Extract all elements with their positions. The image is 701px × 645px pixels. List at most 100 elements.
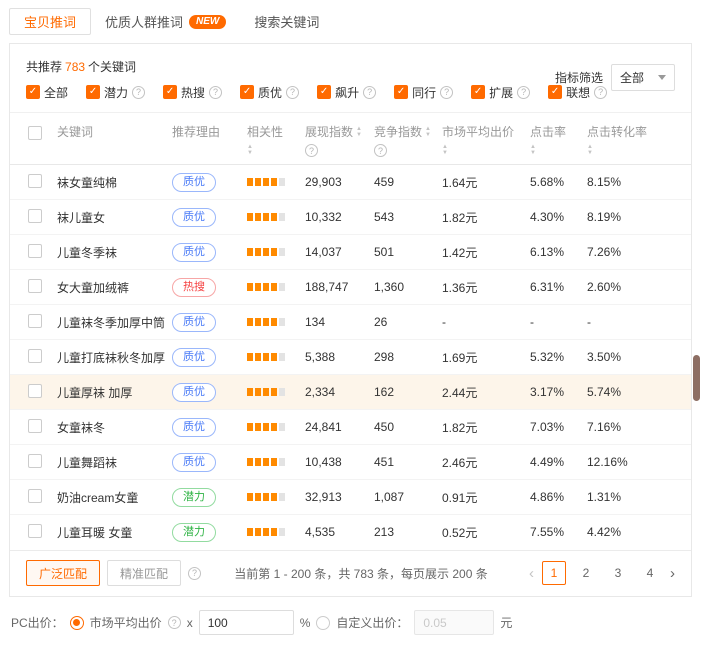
market-price-radio[interactable] [70,616,84,630]
competition-cell: 451 [374,445,442,480]
row-checkbox-cell [10,235,57,270]
info-icon[interactable]: ? [286,86,299,99]
row-checkbox[interactable] [28,244,42,258]
table-row[interactable]: 女童袜冬质优24,8414501.82元7.03%7.16% [10,410,691,445]
broad-match-button[interactable]: 广泛匹配 [26,560,100,586]
row-checkbox-cell [10,515,57,550]
keyword: 女大童加绒裤 [57,281,129,295]
bid-info-icon[interactable]: ? [168,616,181,629]
keyword: 儿童耳暖 女童 [57,526,132,540]
relevance-cell [247,515,305,550]
table-row[interactable]: 儿童耳暖 女童潜力4,5352130.52元7.55%4.42% [10,515,691,550]
info-icon[interactable]: ? [440,86,453,99]
competition-cell: 450 [374,410,442,445]
row-checkbox[interactable] [28,489,42,503]
info-icon[interactable]: ? [374,144,387,157]
checkbox[interactable]: ✓ [240,85,254,99]
sort-icon[interactable]: ▲▼ [425,126,431,138]
info-icon[interactable]: ? [132,86,145,99]
metric-filter-value: 全部 [620,69,644,86]
checkbox[interactable]: ✓ [394,85,408,99]
filter-option[interactable]: ✓热搜? [163,84,222,101]
new-badge: NEW [189,15,226,29]
scrollbar-thumb[interactable] [693,355,700,401]
column-header: 点击转化率▲▼ [587,113,691,165]
filter-option[interactable]: ✓全部 [26,84,68,101]
multiplier-input[interactable] [199,610,294,635]
filter-option[interactable]: ✓潜力? [86,84,145,101]
checkbox[interactable]: ✓ [317,85,331,99]
table-row[interactable]: 儿童袜冬季加厚中筒质优13426--- [10,305,691,340]
sort-down-icon: ▼ [356,132,362,138]
page-2[interactable]: 2 [574,561,598,585]
page-1[interactable]: 1 [542,561,566,585]
column-header: 相关性▲▼ [247,113,305,165]
row-checkbox[interactable] [28,524,42,538]
table-row[interactable]: 儿童厚袜 加厚质优2,3341622.44元3.17%5.74% [10,375,691,410]
table-row[interactable]: 儿童打底袜秋冬加厚质优5,3882981.69元5.32%3.50% [10,340,691,375]
row-checkbox[interactable] [28,384,42,398]
ctr-cell: 3.17% [530,375,587,410]
filter-option[interactable]: ✓质优? [240,84,299,101]
cvr-cell: - [587,305,691,340]
impressions-cell: 188,747 [305,270,374,305]
metric-filter-select[interactable]: 全部 [611,64,675,91]
relevance-cell [247,200,305,235]
impressions: 29,903 [305,175,342,189]
sort-icon[interactable]: ▲▼ [247,144,253,156]
cvr-cell: 4.42% [587,515,691,550]
sort-icon[interactable]: ▲▼ [442,144,448,156]
keyword: 儿童袜冬季加厚中筒 [57,316,165,330]
tab-1[interactable]: 宝贝推词 [9,8,91,35]
tab-3[interactable]: 搜索关键词 [240,8,333,35]
impressions: 10,332 [305,210,342,224]
sort-down-icon: ▼ [442,150,448,156]
row-checkbox[interactable] [28,314,42,328]
select-all-checkbox[interactable] [28,126,42,140]
custom-price-radio[interactable] [316,616,330,630]
info-icon[interactable]: ? [363,86,376,99]
page-4[interactable]: 4 [638,561,662,585]
relevance-bar [255,248,261,256]
checkbox[interactable]: ✓ [163,85,177,99]
column-header-icons: ▲▼ [442,144,524,156]
next-page-icon[interactable]: › [670,566,675,581]
page-3[interactable]: 3 [606,561,630,585]
row-checkbox[interactable] [28,174,42,188]
table-row[interactable]: 袜女童纯棉质优29,9034591.64元5.68%8.15% [10,165,691,200]
row-checkbox[interactable] [28,209,42,223]
row-checkbox[interactable] [28,279,42,293]
row-checkbox[interactable] [28,349,42,363]
custom-price-input[interactable] [414,610,494,635]
table-row[interactable]: 儿童舞蹈袜质优10,4384512.46元4.49%12.16% [10,445,691,480]
row-checkbox[interactable] [28,454,42,468]
relevance-bar [255,388,261,396]
table-row[interactable]: 女大童加绒裤热搜188,7471,3601.36元6.31%2.60% [10,270,691,305]
sort-icon[interactable]: ▲▼ [356,126,362,138]
filter-option[interactable]: ✓同行? [394,84,453,101]
sort-icon[interactable]: ▲▼ [530,144,536,156]
checkbox[interactable]: ✓ [86,85,100,99]
info-icon[interactable]: ? [305,144,318,157]
checkbox[interactable]: ✓ [26,85,40,99]
impressions: 188,747 [305,280,348,294]
relevance-bars [247,283,285,291]
column-header-line: 市场平均出价 [442,123,524,140]
info-icon[interactable]: ? [209,86,222,99]
info-icon[interactable]: ? [517,86,530,99]
impressions: 10,438 [305,455,342,469]
filter-option[interactable]: ✓飙升? [317,84,376,101]
table-row[interactable]: 奶油cream女童潜力32,9131,0870.91元4.86%1.31% [10,480,691,515]
column-header: 关键词 [57,113,172,165]
match-info-icon[interactable]: ? [188,567,201,580]
competition: 298 [374,350,394,364]
checkbox[interactable]: ✓ [471,85,485,99]
column-header-line: 竞争指数▲▼ [374,123,436,140]
sort-icon[interactable]: ▲▼ [587,144,593,156]
table-row[interactable]: 儿童冬季袜质优14,0375011.42元6.13%7.26% [10,235,691,270]
table-row[interactable]: 袜儿童女质优10,3325431.82元4.30%8.19% [10,200,691,235]
tab-2[interactable]: 优质人群推词NEW [91,8,240,35]
exact-match-button[interactable]: 精准匹配 [107,560,181,586]
filter-option[interactable]: ✓扩展? [471,84,530,101]
row-checkbox[interactable] [28,419,42,433]
